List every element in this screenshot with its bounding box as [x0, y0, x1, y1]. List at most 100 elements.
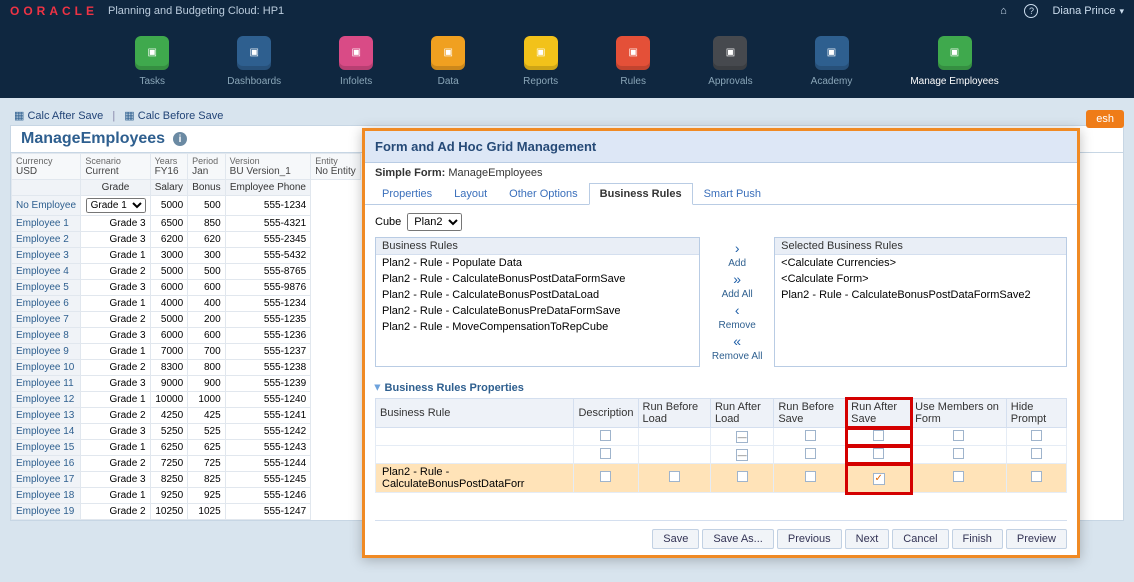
add-link[interactable]: Add [728, 258, 746, 269]
props-rule-name[interactable] [376, 428, 574, 446]
cell-bonus[interactable]: 825 [188, 472, 226, 488]
checkbox[interactable] [737, 471, 748, 482]
props-hp[interactable] [1006, 446, 1066, 464]
props-umf[interactable] [911, 446, 1007, 464]
selected-rule[interactable]: <Calculate Currencies> [775, 255, 1066, 271]
cube-select[interactable]: Plan2 [407, 213, 462, 231]
nav-item-rules[interactable]: ▣Rules [616, 36, 650, 87]
cell-phone[interactable]: 555-1234 [225, 296, 311, 312]
nav-item-data[interactable]: ▣Data [431, 36, 465, 87]
cell-bonus[interactable]: 1000 [188, 392, 226, 408]
cell-grade[interactable]: Grade 1 [81, 488, 150, 504]
checkbox[interactable] [669, 471, 680, 482]
cell-phone[interactable]: 555-8765 [225, 264, 311, 280]
cell-phone[interactable]: 555-1237 [225, 344, 311, 360]
nav-item-infolets[interactable]: ▣Infolets [339, 36, 373, 87]
cell-grade[interactable]: Grade 2 [81, 360, 150, 376]
checkbox[interactable] [736, 449, 748, 461]
row-header[interactable]: Employee 5 [12, 280, 81, 296]
checkbox[interactable] [600, 471, 611, 482]
row-header[interactable]: Employee 16 [12, 456, 81, 472]
checkbox[interactable] [1031, 430, 1042, 441]
cell-phone[interactable]: 555-1239 [225, 376, 311, 392]
subtab-after-save[interactable]: Calc After Save [27, 110, 103, 122]
cell-grade[interactable]: Grade 3 [81, 472, 150, 488]
row-header[interactable]: Employee 10 [12, 360, 81, 376]
checkbox[interactable] [736, 431, 748, 443]
tab-business-rules[interactable]: Business Rules [589, 183, 693, 205]
checkbox[interactable] [1031, 471, 1042, 482]
tab-layout[interactable]: Layout [443, 183, 498, 204]
pov-version[interactable]: VersionBU Version_1 [225, 154, 311, 180]
row-header[interactable]: Employee 19 [12, 504, 81, 520]
addall-link[interactable]: Add All [722, 289, 753, 300]
checkbox[interactable] [805, 448, 816, 459]
row-header[interactable]: Employee 17 [12, 472, 81, 488]
props-ral[interactable] [710, 446, 773, 464]
cell-salary[interactable]: 8250 [150, 472, 188, 488]
cell-bonus[interactable]: 500 [188, 196, 226, 216]
checkbox[interactable] [953, 448, 964, 459]
props-ras[interactable] [847, 464, 911, 493]
cell-salary[interactable]: 4000 [150, 296, 188, 312]
nav-item-tasks[interactable]: ▣Tasks [135, 36, 169, 87]
cell-phone[interactable]: 555-1241 [225, 408, 311, 424]
selected-rules-list[interactable]: <Calculate Currencies><Calculate Form>Pl… [775, 255, 1066, 303]
cell-bonus[interactable]: 200 [188, 312, 226, 328]
removeall-icon[interactable]: « [733, 334, 741, 348]
cell-grade[interactable]: Grade 2 [81, 456, 150, 472]
cell-salary[interactable]: 6500 [150, 216, 188, 232]
save-button[interactable]: Save [652, 529, 699, 549]
help-icon[interactable]: ? [1024, 4, 1038, 18]
cell-phone[interactable]: 555-4321 [225, 216, 311, 232]
row-header[interactable]: Employee 4 [12, 264, 81, 280]
cell-grade[interactable]: Grade 2 [81, 312, 150, 328]
checkbox[interactable] [1031, 448, 1042, 459]
cell-phone[interactable]: 555-1247 [225, 504, 311, 520]
cell-phone[interactable]: 555-2345 [225, 232, 311, 248]
cell-phone[interactable]: 555-5432 [225, 248, 311, 264]
cell-salary[interactable]: 5000 [150, 264, 188, 280]
props-rule-name[interactable]: Plan2 - Rule - CalculateBonusPostDataFor… [376, 464, 574, 493]
checkbox[interactable] [873, 430, 884, 441]
available-rule[interactable]: Plan2 - Rule - MoveCompensationToRepCube [376, 319, 699, 335]
cell-phone[interactable]: 555-9876 [225, 280, 311, 296]
grade-select[interactable]: Grade 1 [86, 198, 146, 213]
cell-salary[interactable]: 3000 [150, 248, 188, 264]
cell-grade[interactable]: Grade 3 [81, 376, 150, 392]
available-rule[interactable]: Plan2 - Rule - CalculateBonusPostDataLoa… [376, 287, 699, 303]
cell-phone[interactable]: 555-1244 [225, 456, 311, 472]
remove-icon[interactable]: ‹ [735, 303, 740, 317]
cell-bonus[interactable]: 425 [188, 408, 226, 424]
cell-grade[interactable]: Grade 2 [81, 504, 150, 520]
row-header[interactable]: Employee 9 [12, 344, 81, 360]
cell-bonus[interactable]: 700 [188, 344, 226, 360]
cell-bonus[interactable]: 600 [188, 280, 226, 296]
props-header[interactable]: Business Rules Properties [375, 377, 1067, 398]
pov-period[interactable]: PeriodJan [188, 154, 226, 180]
row-header[interactable]: Employee 12 [12, 392, 81, 408]
cell-salary[interactable]: 10000 [150, 392, 188, 408]
cell-bonus[interactable]: 625 [188, 440, 226, 456]
selected-rule[interactable]: Plan2 - Rule - CalculateBonusPostDataFor… [775, 287, 1066, 303]
cell-salary[interactable]: 10250 [150, 504, 188, 520]
cell-salary[interactable]: 7000 [150, 344, 188, 360]
tab-smart-push[interactable]: Smart Push [693, 183, 772, 204]
nav-item-academy[interactable]: ▣Academy [811, 36, 853, 87]
cell-bonus[interactable]: 900 [188, 376, 226, 392]
cell-phone[interactable]: 555-1245 [225, 472, 311, 488]
next-button[interactable]: Next [845, 529, 890, 549]
cell-bonus[interactable]: 925 [188, 488, 226, 504]
props-rbl[interactable] [638, 464, 710, 493]
cell-salary[interactable]: 7250 [150, 456, 188, 472]
tab-properties[interactable]: Properties [371, 183, 443, 204]
cell-bonus[interactable]: 725 [188, 456, 226, 472]
cell-phone[interactable]: 555-1242 [225, 424, 311, 440]
props-desc[interactable] [574, 464, 638, 493]
props-ral[interactable] [710, 428, 773, 446]
cell-salary[interactable]: 6000 [150, 280, 188, 296]
cell-bonus[interactable]: 800 [188, 360, 226, 376]
pov-scenario[interactable]: ScenarioCurrent [81, 154, 150, 180]
row-header[interactable]: Employee 15 [12, 440, 81, 456]
cell-salary[interactable]: 6200 [150, 232, 188, 248]
